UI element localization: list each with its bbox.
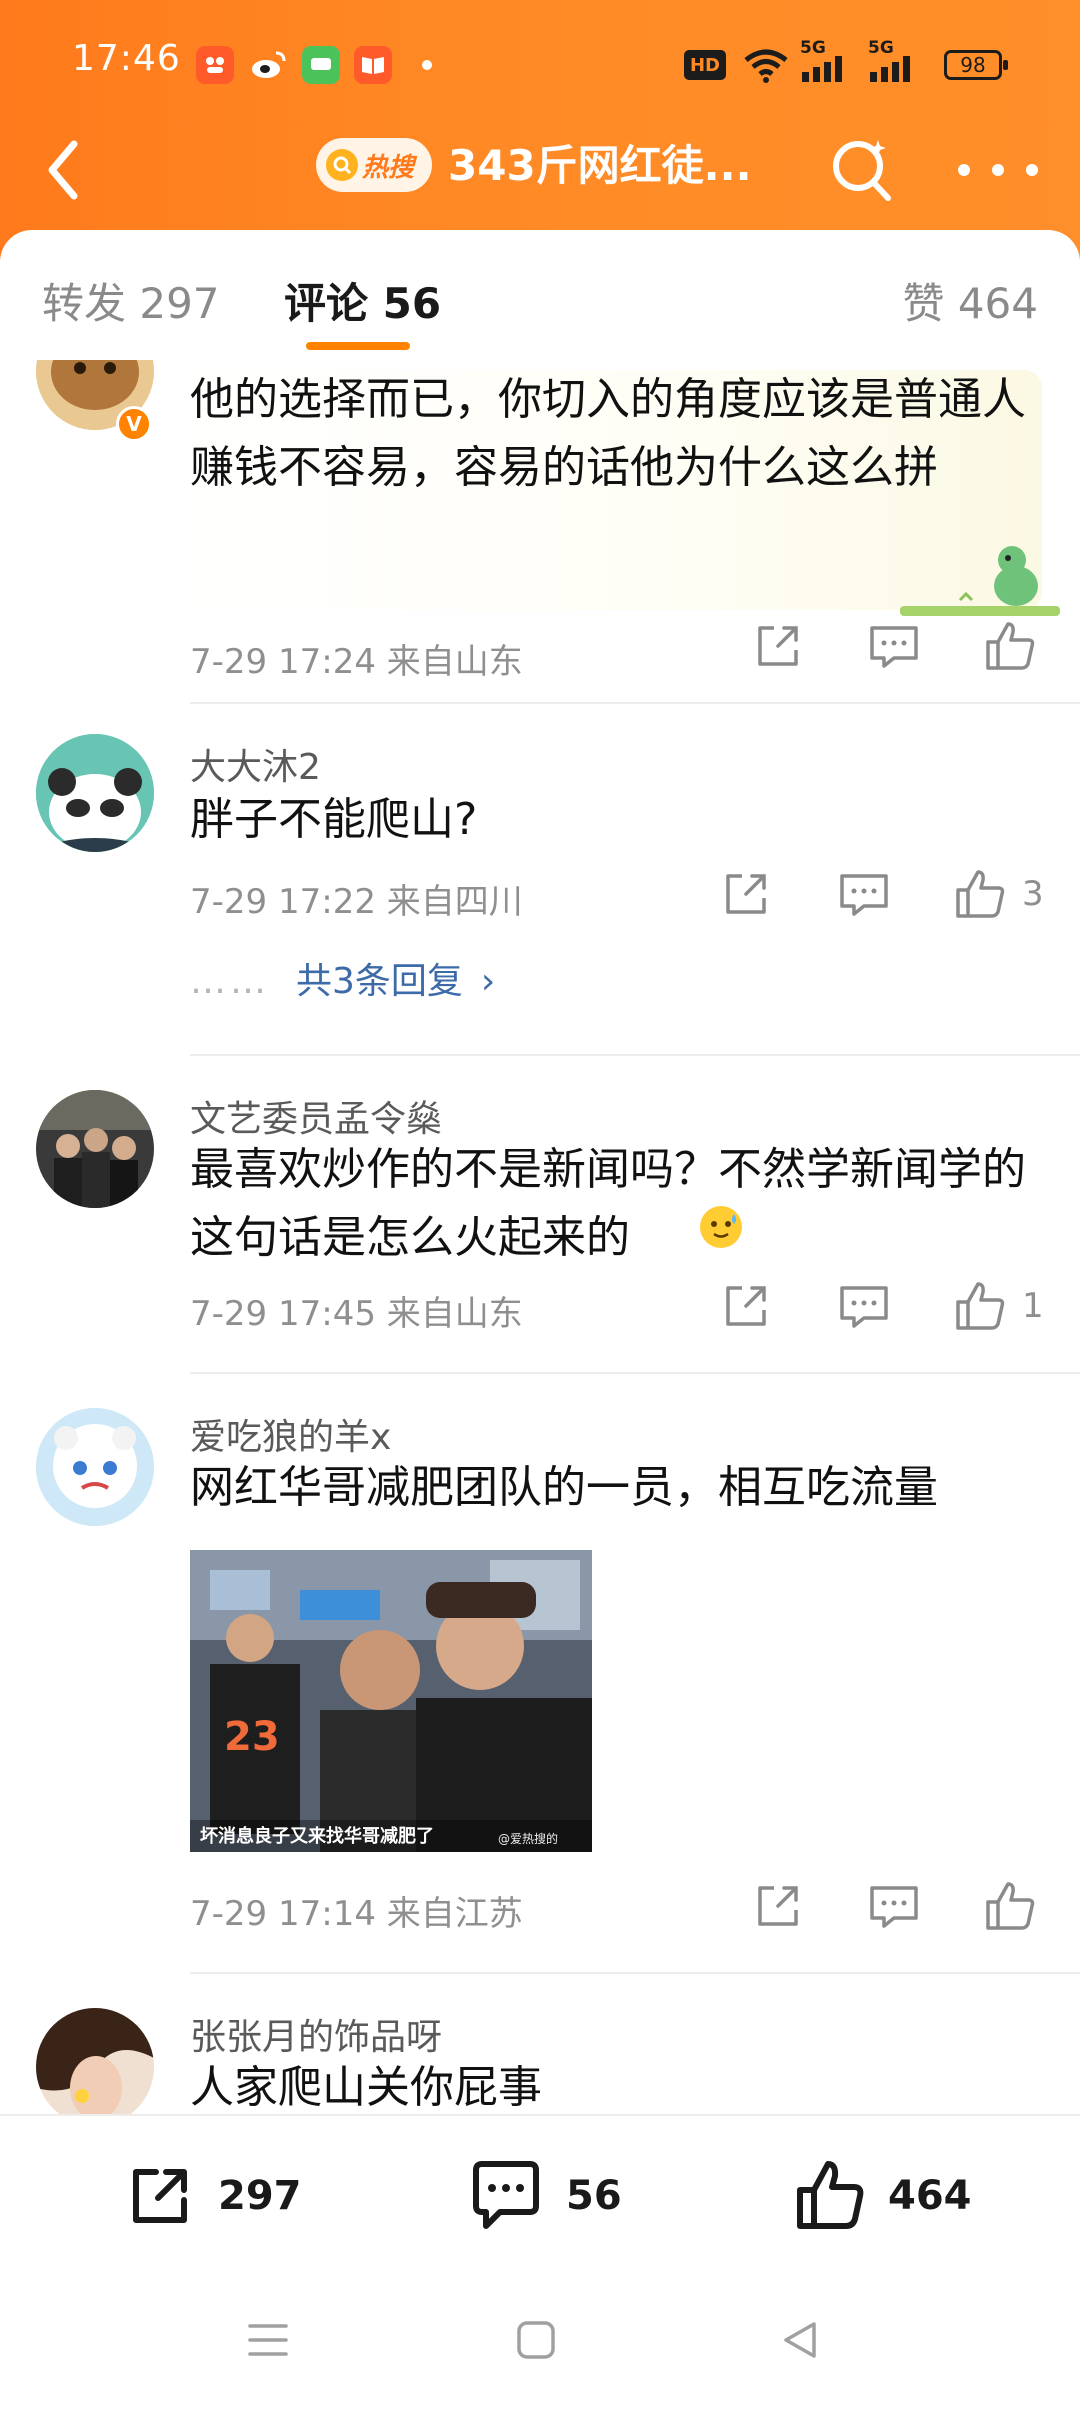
more-notifications-dot — [422, 60, 432, 70]
reply-icon[interactable] — [834, 1276, 894, 1336]
comment-item: 张张月的饰品呀 人家爬山关你屁事 — [0, 1972, 1080, 2114]
share-icon[interactable] — [716, 864, 776, 924]
avatar[interactable] — [36, 1408, 154, 1526]
tab-repost[interactable]: 转发 297 — [42, 270, 220, 331]
reader-app-icon — [354, 46, 392, 84]
like-button[interactable]: 464 — [790, 2154, 972, 2238]
bottom-action-bar: 297 56 464 — [0, 2114, 1080, 2274]
content-card: 转发 297 评论 56 赞 464 V 他的选择而已，你切入的角度应该是普通人… — [0, 230, 1080, 2114]
like-count: 464 — [888, 2173, 972, 2219]
comment-count: 56 — [566, 2173, 622, 2219]
like-icon[interactable] — [980, 1876, 1040, 1936]
comment-image[interactable]: 23 坏消息良子又来找华哥减肥了 @爱热搜的 — [190, 1550, 592, 1852]
share-icon[interactable] — [748, 616, 808, 676]
reply-icon[interactable] — [864, 1876, 924, 1936]
comment-item: 爱吃狼的羊x 网红华哥减肥团队的一员，相互吃流量 23 坏消息良子又来找华哥减肥… — [0, 1372, 1080, 1972]
share-icon[interactable] — [716, 1276, 776, 1336]
search-icon[interactable] — [822, 128, 902, 208]
dot — [1026, 164, 1038, 176]
avatar[interactable] — [36, 734, 154, 852]
like-count: 1 — [1022, 1286, 1044, 1326]
more-options-icon[interactable] — [958, 140, 1038, 200]
like-icon — [797, 2161, 864, 2229]
comment-username[interactable]: 爱吃狼的羊x — [190, 1408, 391, 1460]
dot — [958, 164, 970, 176]
view-replies-link[interactable]: …… 共3条回复 › — [190, 952, 495, 1004]
comment-meta: 7-29 17:22 来自四川 — [190, 882, 523, 922]
comment-meta: 7-29 17:14 来自江苏 — [190, 1894, 523, 1934]
replies-dots: …… — [190, 961, 270, 1002]
like-icon[interactable] — [950, 864, 1010, 924]
wifi-icon — [744, 49, 788, 83]
app-notification-icon — [196, 46, 234, 84]
comment-button[interactable]: 56 — [464, 2154, 622, 2238]
hot-search-label: 热搜 — [362, 152, 415, 183]
signal-2-label: 5G — [868, 38, 894, 58]
like-icon[interactable] — [950, 1276, 1010, 1336]
repost-count: 297 — [218, 2173, 302, 2219]
image-watermark: @爱热搜的 — [498, 1831, 558, 1846]
back-arrow-icon[interactable] — [38, 130, 108, 210]
comment-icon — [473, 2161, 539, 2229]
comment-meta: 7-29 17:45 来自山东 — [190, 1294, 523, 1334]
comment-meta: 7-29 17:24 来自山东 — [190, 642, 523, 682]
replies-label: 共3条回复 — [296, 961, 463, 1002]
page-title[interactable]: 343斤网红徒... — [448, 132, 752, 193]
hot-search-icon — [326, 149, 358, 181]
like-icon[interactable] — [980, 616, 1040, 676]
tab-comment[interactable]: 评论 56 — [284, 270, 441, 331]
chevron-right-icon: › — [480, 961, 496, 1002]
image-caption: 坏消息良子又来找华哥减肥了 — [200, 1825, 434, 1847]
comment-text: 最喜欢炒作的不是新闻吗？不然学新闻学的这句话是怎么火起来的 — [190, 1144, 1026, 1263]
comment-item: 大大沐2 胖子不能爬山? 7-29 17:22 来自四川 3 …… 共3条回复 › — [0, 702, 1080, 1054]
comment-list: V 他的选择而已，你切入的角度应该是普通人赚钱不容易，容易的话他为什么这么拼 7… — [0, 360, 1080, 2114]
share-icon[interactable] — [748, 1876, 808, 1936]
signal-1-icon — [802, 56, 842, 82]
weibo-icon — [250, 46, 288, 84]
dinosaur-sticker-icon — [900, 546, 1060, 616]
home-icon[interactable] — [514, 2318, 558, 2362]
tabs-bar: 转发 297 评论 56 赞 464 — [0, 230, 1080, 360]
battery-icon: 98 — [944, 50, 1008, 80]
comment-text: 网红华哥减肥团队的一员，相互吃流量 — [190, 1462, 938, 1513]
nav-bar: 热搜 343斤网红徒... — [0, 120, 1080, 220]
active-tab-indicator — [306, 342, 410, 350]
menu-icon[interactable] — [246, 2318, 290, 2362]
repost-icon — [133, 2169, 187, 2223]
reply-icon[interactable] — [834, 864, 894, 924]
comment-username[interactable]: 张张月的饰品呀 — [190, 2008, 442, 2060]
message-app-icon — [302, 46, 340, 84]
back-nav-icon[interactable] — [778, 2318, 822, 2362]
reply-icon[interactable] — [864, 616, 924, 676]
signal-1-label: 5G — [800, 38, 826, 58]
avatar[interactable] — [36, 2008, 154, 2114]
like-count: 3 — [1022, 874, 1044, 914]
repost-button[interactable]: 297 — [120, 2154, 302, 2238]
comment-username[interactable]: 文艺委员孟令燊 — [190, 1090, 442, 1142]
hot-search-badge[interactable]: 热搜 — [316, 138, 432, 192]
hd-badge: HD — [684, 50, 726, 80]
comment-username[interactable]: 大大沐2 — [190, 738, 321, 790]
status-bar: 17:46 HD 5G 5G 98 — [0, 0, 1080, 130]
comment-text: 人家爬山关你屁事 — [190, 2062, 542, 2113]
comment-text: 他的选择而已，你切入的角度应该是普通人赚钱不容易，容易的话他为什么这么拼 — [190, 374, 1026, 493]
status-time: 17:46 — [72, 38, 181, 79]
comment-item: 文艺委员孟令燊 最喜欢炒作的不是新闻吗？不然学新闻学的这句话是怎么火起来的 7-… — [0, 1054, 1080, 1372]
comment-text: 胖子不能爬山? — [190, 794, 478, 845]
sweat-emoji-icon — [700, 1206, 742, 1248]
signal-2-icon — [870, 56, 910, 82]
dot — [992, 164, 1004, 176]
jersey-number: 23 — [224, 1714, 280, 1760]
avatar[interactable] — [36, 1090, 154, 1208]
system-nav-bar — [0, 2274, 1080, 2414]
tab-like[interactable]: 赞 464 — [902, 270, 1038, 331]
verified-badge-icon: V — [116, 406, 152, 442]
